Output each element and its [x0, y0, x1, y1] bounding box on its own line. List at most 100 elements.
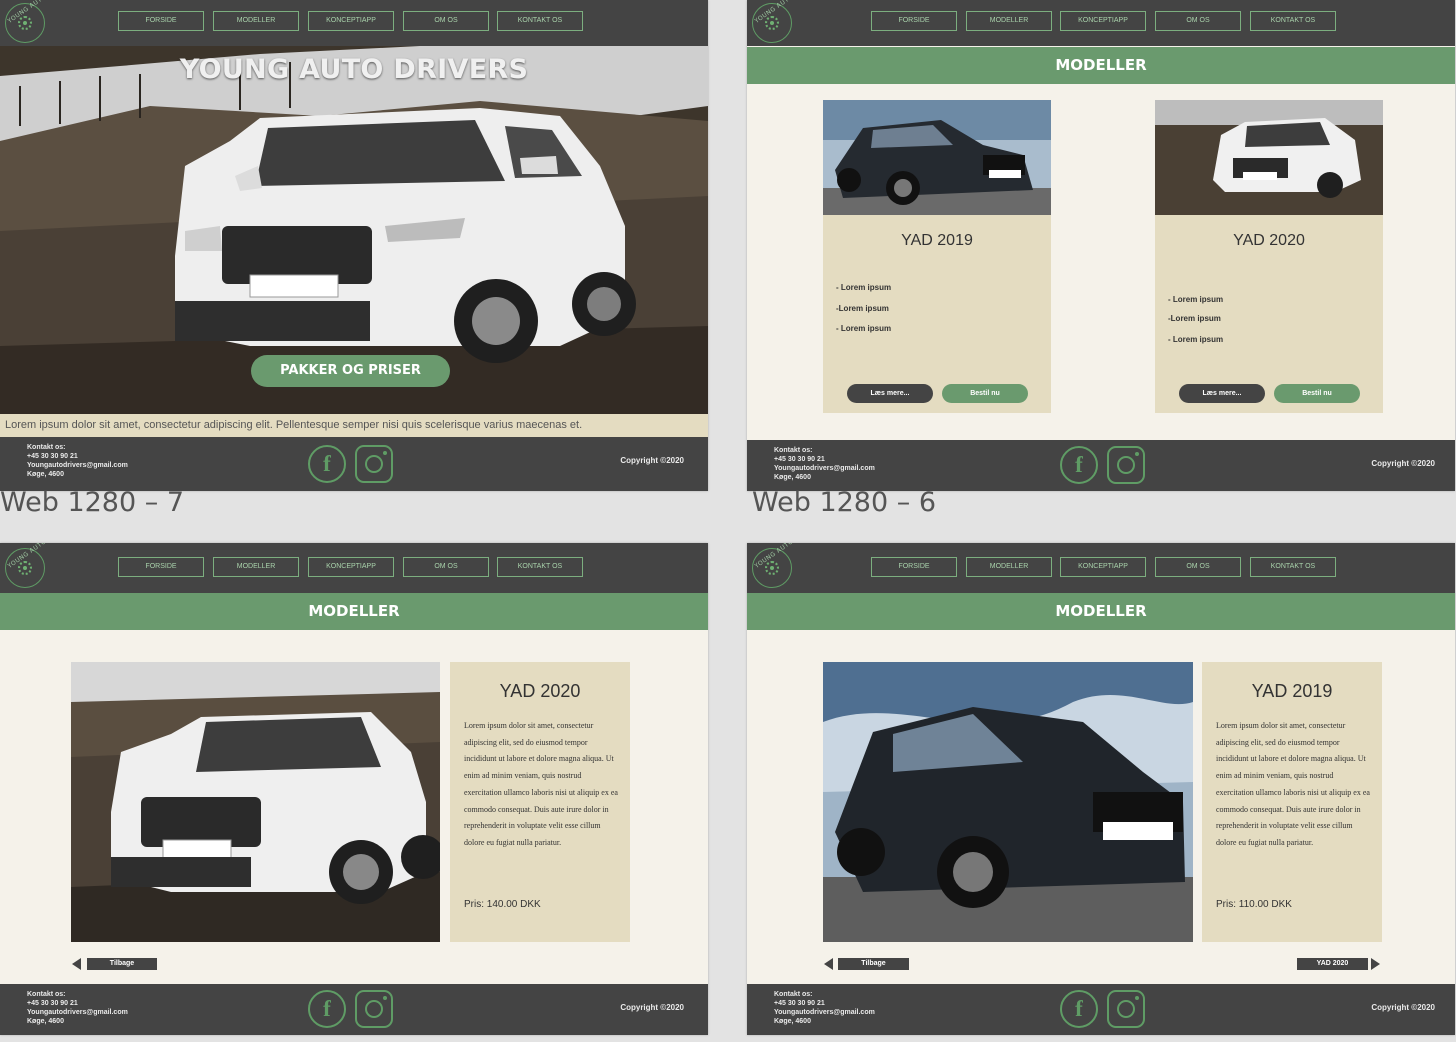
nav-kontakt[interactable]: KONTAKT OS [497, 557, 583, 577]
hero-title: YOUNG AUTO DRIVERS [179, 54, 529, 85]
nav-forside[interactable]: FORSIDE [871, 557, 957, 577]
model-title: YAD 2019 [1251, 681, 1333, 701]
read-more-button[interactable]: Læs mere... [1179, 384, 1265, 403]
back-button[interactable]: Tilbage [87, 958, 157, 970]
hero-image: YOUNG AUTO DRIVERS PAKKER OG PRISER [0, 46, 708, 414]
arrow-left-icon[interactable] [72, 958, 81, 970]
nav-modeller[interactable]: MODELLER [966, 557, 1052, 577]
contact-email: Youngautodrivers@gmail.com [774, 1009, 875, 1016]
gear-icon [18, 561, 32, 575]
model-card-2019: YAD 2019 - Lorem ipsum -Lorem ipsum - Lo… [823, 100, 1051, 413]
model-card-2020: YAD 2020 - Lorem ipsum -Lorem ipsum - Lo… [1155, 100, 1383, 413]
facebook-icon[interactable]: f [1060, 446, 1098, 484]
nav-forside[interactable]: FORSIDE [871, 11, 957, 31]
top-nav: YOUNG AUTO DRIVERS FORSIDE MODELLER KONC… [747, 0, 1455, 46]
nav-modeller[interactable]: MODELLER [966, 11, 1052, 31]
logo[interactable]: YOUNG AUTO DRIVERS [5, 543, 74, 588]
feature-item: -Lorem ipsum [1168, 314, 1221, 323]
car-photo [823, 100, 1051, 215]
contact-block: Kontakt os: +45 30 30 90 21 Youngautodri… [774, 990, 875, 1026]
back-button[interactable]: Tilbage [838, 958, 909, 970]
contact-phone: +45 30 30 90 21 [774, 456, 825, 463]
car-photo [1155, 100, 1383, 215]
order-now-button[interactable]: Bestil nu [1274, 384, 1360, 403]
artboard-label-models: Web 1280 – 6 [752, 487, 937, 518]
contact-city: Køge, 4600 [27, 471, 64, 478]
nav-koncept[interactable]: KONCEPTIAPP [308, 557, 394, 577]
copyright: Copyright ©2020 [620, 456, 684, 465]
nav-om-os[interactable]: OM OS [1155, 11, 1241, 31]
car-photo-large [71, 662, 440, 942]
section-title: MODELLER [747, 593, 1455, 630]
nav-koncept[interactable]: KONCEPTIAPP [1060, 11, 1146, 31]
instagram-icon[interactable] [355, 990, 393, 1028]
contact-heading: Kontakt os: [27, 991, 66, 998]
model-price: Pris: 140.00 DKK [464, 899, 541, 910]
facebook-icon[interactable]: f [308, 445, 346, 483]
logo[interactable]: YOUNG AUTO DRIVERS [752, 0, 821, 43]
contact-block: Kontakt os: +45 30 30 90 21 Youngautodri… [27, 990, 128, 1026]
top-nav: YOUNG AUTO DRIVERS FORSIDE MODELLER KONC… [0, 543, 708, 593]
nav-koncept[interactable]: KONCEPTIAPP [1060, 557, 1146, 577]
gear-icon [765, 16, 779, 30]
facebook-icon[interactable]: f [308, 990, 346, 1028]
model-description: Lorem ipsum dolor sit amet, consectetur … [1216, 721, 1370, 847]
next-model-button[interactable]: YAD 2020 [1297, 958, 1368, 970]
contact-city: Køge, 4600 [27, 1018, 64, 1025]
nav-forside[interactable]: FORSIDE [118, 11, 204, 31]
nav-kontakt[interactable]: KONTAKT OS [497, 11, 583, 31]
contact-email: Youngautodrivers@gmail.com [27, 1009, 128, 1016]
feature-item: - Lorem ipsum [836, 283, 892, 292]
read-more-button[interactable]: Læs mere... [847, 384, 933, 403]
model-title: YAD 2019 [901, 232, 973, 249]
logo[interactable]: YOUNG AUTO DRIVERS [752, 543, 821, 588]
order-now-button[interactable]: Bestil nu [942, 384, 1028, 403]
facebook-icon[interactable]: f [1060, 990, 1098, 1028]
feature-item: -Lorem ipsum [836, 304, 889, 313]
nav-kontakt[interactable]: KONTAKT OS [1250, 11, 1336, 31]
model-detail-card: YAD 2020 Lorem ipsum dolor sit amet, con… [450, 662, 630, 942]
nav-forside[interactable]: FORSIDE [118, 557, 204, 577]
nav-om-os[interactable]: OM OS [1155, 557, 1241, 577]
contact-email: Youngautodrivers@gmail.com [27, 462, 128, 469]
contact-email: Youngautodrivers@gmail.com [774, 465, 875, 472]
instagram-icon[interactable] [355, 445, 393, 483]
model-title: YAD 2020 [1233, 232, 1305, 249]
logo[interactable]: YOUNG AUTO DRIVERS [5, 0, 74, 43]
section-title: MODELLER [0, 593, 708, 630]
nav-modeller[interactable]: MODELLER [213, 557, 299, 577]
nav-om-os[interactable]: OM OS [403, 557, 489, 577]
section-title: MODELLER [747, 47, 1455, 84]
nav-om-os[interactable]: OM OS [403, 11, 489, 31]
contact-block: Kontakt os: +45 30 30 90 21 Youngautodri… [774, 446, 875, 482]
feature-item: - Lorem ipsum [1168, 295, 1224, 304]
contact-phone: +45 30 30 90 21 [27, 453, 78, 460]
model-detail-card: YAD 2019 Lorem ipsum dolor sit amet, con… [1202, 662, 1382, 942]
contact-phone: +45 30 30 90 21 [774, 1000, 825, 1007]
artboard-models: YOUNG AUTO DRIVERS FORSIDE MODELLER KONC… [747, 0, 1455, 491]
nav-kontakt[interactable]: KONTAKT OS [1250, 557, 1336, 577]
top-nav: YOUNG AUTO DRIVERS FORSIDE MODELLER KONC… [0, 0, 708, 46]
gear-icon [765, 561, 779, 575]
packages-prices-button[interactable]: PAKKER OG PRISER [251, 355, 450, 387]
arrow-right-icon[interactable] [1371, 958, 1380, 970]
nav-modeller[interactable]: MODELLER [213, 11, 299, 31]
nav-koncept[interactable]: KONCEPTIAPP [308, 11, 394, 31]
contact-block: Kontakt os: +45 30 30 90 21 Youngautodri… [27, 443, 128, 479]
contact-heading: Kontakt os: [774, 447, 813, 454]
gear-icon [18, 16, 32, 30]
instagram-icon[interactable] [1107, 990, 1145, 1028]
artboard-detail-2019: YOUNG AUTO DRIVERS FORSIDE MODELLER KONC… [747, 543, 1455, 1035]
copyright: Copyright ©2020 [1371, 459, 1435, 468]
model-description: Lorem ipsum dolor sit amet, consectetur … [464, 721, 618, 847]
model-title: YAD 2020 [499, 681, 581, 701]
instagram-icon[interactable] [1107, 446, 1145, 484]
arrow-left-icon[interactable] [824, 958, 833, 970]
artboard-label-home: Web 1280 – 7 [0, 487, 185, 518]
footer: Kontakt os: +45 30 30 90 21 Youngautodri… [0, 437, 708, 491]
feature-item: - Lorem ipsum [1168, 335, 1224, 344]
artboard-detail-2020: YOUNG AUTO DRIVERS FORSIDE MODELLER KONC… [0, 543, 708, 1035]
intro-text: Lorem ipsum dolor sit amet, consectetur … [0, 414, 708, 437]
footer: Kontakt os: +45 30 30 90 21 Youngautodri… [0, 984, 708, 1035]
contact-heading: Kontakt os: [27, 444, 66, 451]
